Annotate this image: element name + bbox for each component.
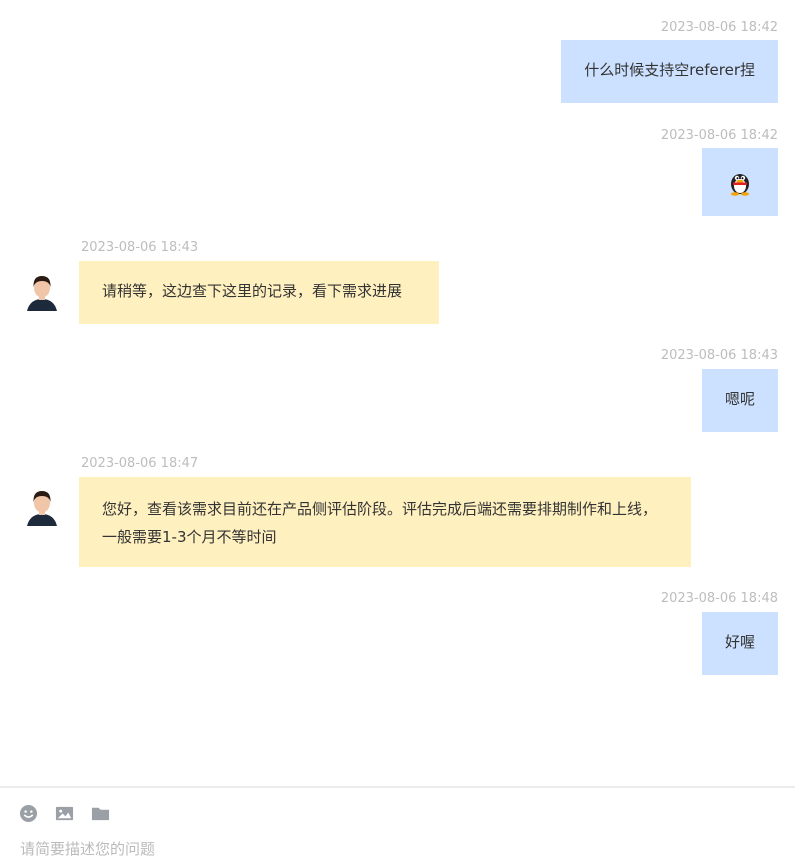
folder-icon[interactable] (91, 804, 110, 823)
image-icon[interactable] (55, 804, 74, 823)
message-bubble: 好喔 (701, 612, 778, 675)
smiley-icon[interactable] (19, 804, 38, 823)
user-message: 2023-08-06 18:48 好喔 (0, 0, 795, 680)
chat-history: 2023-08-06 18:42 什么时候支持空referer捏 2023-08… (0, 0, 795, 786)
message-timestamp: 2023-08-06 18:48 (660, 591, 778, 606)
message-input-area: 请简要描述您的问题 (0, 786, 795, 861)
input-toolbar (19, 804, 110, 823)
message-input-placeholder[interactable]: 请简要描述您的问题 (20, 838, 155, 859)
